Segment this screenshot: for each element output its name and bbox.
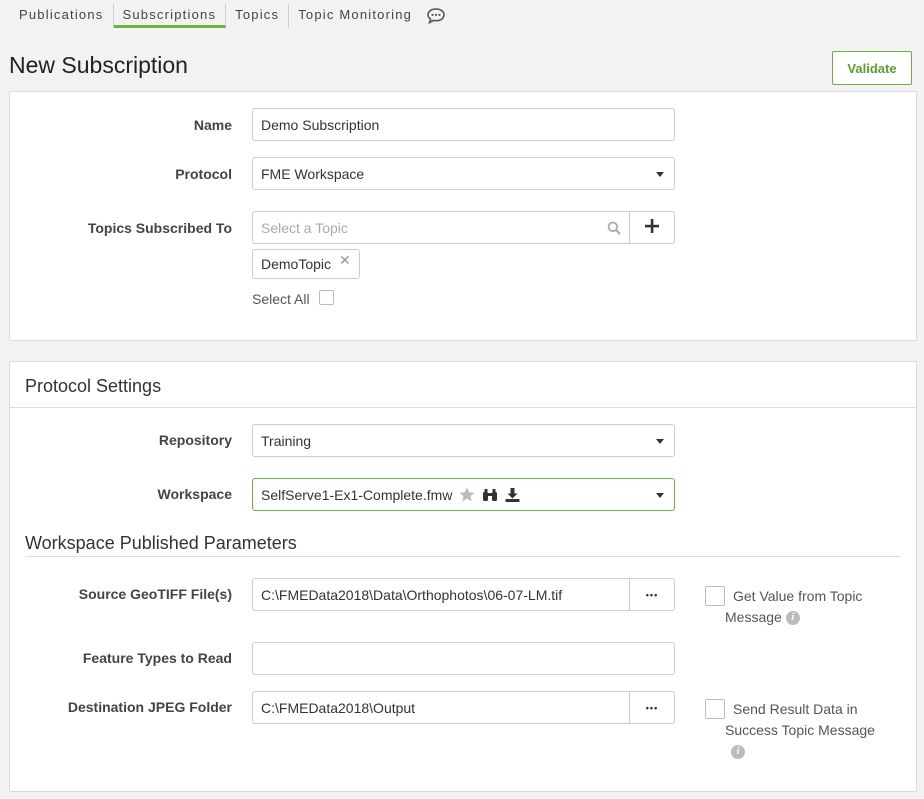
binoculars-icon[interactable] xyxy=(482,488,498,502)
divider xyxy=(25,556,901,557)
get-value-checkbox[interactable] xyxy=(705,586,725,606)
repository-select[interactable]: Training xyxy=(252,424,675,457)
send-result-label: Send Result Data in Success Topic Messag… xyxy=(725,699,875,762)
workspace-value: SelfServe1-Ex1-Complete.fmw xyxy=(261,486,453,503)
chat-bubble-icon[interactable] xyxy=(425,5,447,27)
name-label: Name xyxy=(193,117,232,133)
close-icon[interactable]: ✕ xyxy=(339,252,351,269)
page-title: New Subscription xyxy=(9,52,188,78)
info-icon[interactable]: i xyxy=(785,611,800,626)
tab-topics[interactable]: Topics xyxy=(226,4,290,28)
protocol-settings-panel: Protocol Settings Repository Training Wo… xyxy=(9,361,917,792)
send-result-line1: Send Result Data in xyxy=(733,701,858,717)
name-field[interactable]: Demo Subscription xyxy=(252,108,675,141)
tab-publications[interactable]: Publications xyxy=(10,4,114,28)
feature-types-field[interactable] xyxy=(252,642,675,675)
topic-tag-demotopic: DemoTopic ✕ xyxy=(252,249,360,279)
protocol-value: FME Workspace xyxy=(261,165,365,182)
ellipsis-icon: ••• xyxy=(645,589,659,600)
topic-search-input[interactable]: Select a Topic xyxy=(252,211,630,244)
tab-topic-monitoring[interactable]: Topic Monitoring xyxy=(289,4,421,28)
validate-button[interactable]: Validate xyxy=(832,51,912,85)
source-geotiff-value: C:\FMEData2018\Data\Orthophotos\06-07-LM… xyxy=(261,586,563,603)
protocol-select[interactable]: FME Workspace xyxy=(252,157,675,190)
ellipsis-icon: ••• xyxy=(645,702,659,713)
download-icon[interactable] xyxy=(505,487,520,502)
dest-jpeg-value: C:\FMEData2018\Output xyxy=(261,699,416,716)
get-value-line2: Message xyxy=(725,609,782,625)
workspace-select[interactable]: SelfServe1-Ex1-Complete.fmw xyxy=(252,478,675,511)
topic-tag-label: DemoTopic xyxy=(261,256,332,272)
feature-types-label: Feature Types to Read xyxy=(82,650,232,666)
general-panel: Name Demo Subscription Protocol FME Work… xyxy=(9,91,917,341)
select-all-checkbox[interactable] xyxy=(319,290,334,305)
dest-jpeg-label: Destination JPEG Folder xyxy=(67,699,232,715)
protocol-label: Protocol xyxy=(175,166,232,182)
topic-search-placeholder: Select a Topic xyxy=(261,219,348,236)
send-result-line2: Success Topic Message xyxy=(725,722,875,738)
get-value-line1: Get Value from Topic xyxy=(733,588,863,604)
source-geotiff-label: Source GeoTIFF File(s) xyxy=(78,586,232,602)
source-geotiff-field[interactable]: C:\FMEData2018\Data\Orthophotos\06-07-LM… xyxy=(252,578,630,611)
published-params-title: Workspace Published Parameters xyxy=(25,533,297,553)
tab-subscriptions[interactable]: Subscriptions xyxy=(113,4,227,28)
plus-icon xyxy=(645,216,659,239)
chevron-down-icon xyxy=(656,171,664,177)
repository-label: Repository xyxy=(158,432,232,448)
chevron-down-icon xyxy=(656,438,664,444)
search-icon xyxy=(607,221,621,238)
select-all-label: Select All xyxy=(252,291,310,307)
add-topic-button[interactable] xyxy=(629,211,675,244)
workspace-label: Workspace xyxy=(157,486,232,502)
topics-label: Topics Subscribed To xyxy=(87,220,232,236)
star-icon[interactable] xyxy=(459,487,475,502)
dest-jpeg-field[interactable]: C:\FMEData2018\Output xyxy=(252,691,630,724)
get-value-label: Get Value from Topic Message i xyxy=(725,586,863,628)
source-browse-button[interactable]: ••• xyxy=(629,578,675,611)
dest-browse-button[interactable]: ••• xyxy=(629,691,675,724)
chevron-down-icon xyxy=(656,492,664,498)
top-nav: Publications Subscriptions Topics Topic … xyxy=(10,4,447,28)
send-result-checkbox[interactable] xyxy=(705,699,725,719)
repository-value: Training xyxy=(261,432,312,449)
info-icon[interactable]: i xyxy=(731,745,745,760)
name-value: Demo Subscription xyxy=(261,116,380,133)
protocol-settings-title: Protocol Settings xyxy=(25,376,162,396)
divider xyxy=(10,407,916,408)
